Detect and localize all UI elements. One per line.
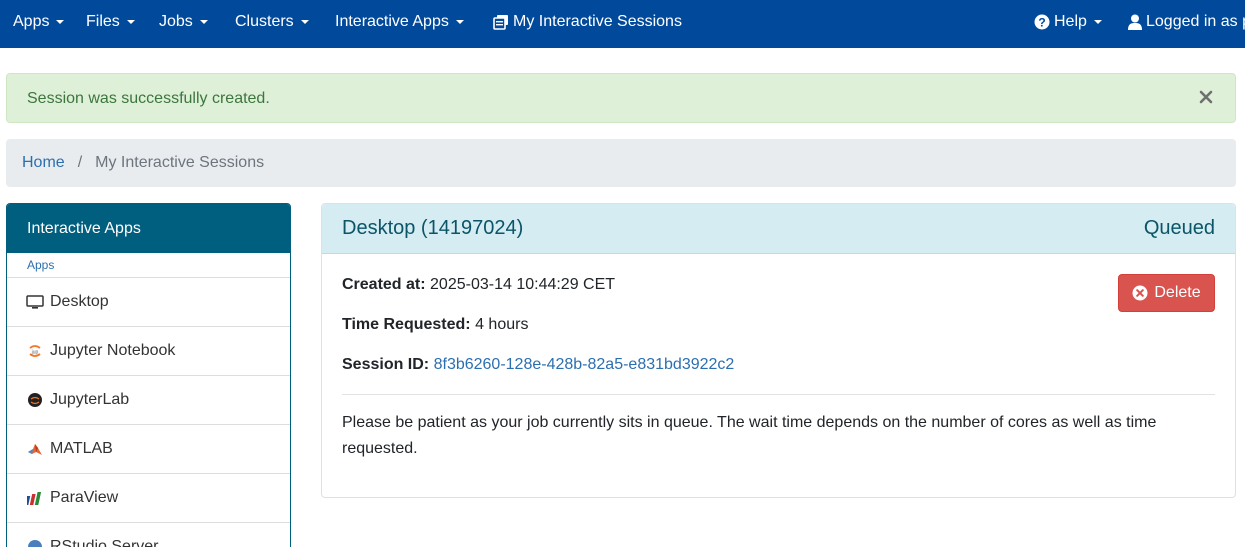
nav-user-info: Logged in as p [1128,0,1245,44]
time-requested-label: Time Requested: [342,316,471,333]
matlab-icon [26,440,44,458]
nav-clusters-menu[interactable]: Clusters [235,0,309,44]
sessions-icon [493,14,509,30]
divider [342,394,1215,395]
alert-message: Session was successfully created. [27,90,270,107]
monitor-icon [26,293,44,311]
session-card: Desktop (14197024) Queued Created at: 20… [321,203,1236,498]
caret-down-icon [56,20,65,24]
sidebar-item-jupyterlab[interactable]: JupyterLab [7,376,290,425]
nav-my-sessions-label: My Interactive Sessions [513,13,682,30]
sidebar-item-label: Jupyter Notebook [50,342,176,359]
svg-text:?: ? [1038,16,1045,30]
sidebar-title: Interactive Apps [7,204,290,253]
sidebar-item-paraview[interactable]: ParaView [7,474,290,523]
created-at-value: 2025-03-14 10:44:29 CET [430,276,616,293]
session-status-badge: Queued [1143,217,1215,239]
nav-apps-menu[interactable]: Apps [13,0,65,44]
rstudio-icon [26,538,44,547]
caret-down-icon [300,20,309,24]
created-at-label: Created at: [342,276,426,293]
sidebar-item-rstudio-server[interactable]: RStudio Server [7,523,290,547]
nav-jobs-menu[interactable]: Jobs [159,0,208,44]
nav-interactive-apps-menu[interactable]: Interactive Apps [335,0,464,44]
caret-down-icon [455,20,464,24]
paraview-icon [26,489,44,507]
session-card-header: Desktop (14197024) Queued [322,204,1235,254]
sidebar-item-label: RStudio Server [50,538,159,547]
sidebar-item-label: ParaView [50,489,119,506]
user-icon [1128,14,1142,30]
top-navbar: Apps Files Jobs Clusters Interactive App… [0,0,1245,48]
caret-down-icon [199,20,208,24]
nav-apps-label: Apps [13,13,50,30]
delete-button-label: Delete [1154,284,1201,301]
delete-button[interactable]: Delete [1118,274,1215,312]
nav-files-label: Files [86,13,120,30]
breadcrumb: Home / My Interactive Sessions [6,139,1236,187]
sidebar-item-label: JupyterLab [50,391,130,408]
jupyter-icon: jup [26,342,44,360]
time-requested-row: Time Requested: 4 hours [342,316,528,334]
created-at-row: Created at: 2025-03-14 10:44:29 CET [342,276,615,294]
close-icon[interactable] [1197,88,1215,106]
session-title: Desktop (14197024) [342,217,524,239]
caret-down-icon [1093,20,1102,24]
sidebar-item-label: MATLAB [50,440,113,457]
nav-help-menu[interactable]: ? Help [1034,0,1102,44]
sidebar-item-jupyter-notebook[interactable]: jup Jupyter Notebook [7,327,290,376]
session-card-body: Created at: 2025-03-14 10:44:29 CET Time… [322,254,1235,457]
nav-my-sessions-link[interactable]: My Interactive Sessions [493,0,682,44]
breadcrumb-home-link[interactable]: Home [22,154,65,172]
nav-interactive-apps-label: Interactive Apps [335,13,449,30]
svg-text:jup: jup [31,350,39,356]
session-id-row: Session ID: 8f3b6260-128e-428b-82a5-e831… [342,356,734,374]
sidebar-item-label: Desktop [50,293,109,310]
nav-user-label: Logged in as p [1146,13,1245,30]
nav-jobs-label: Jobs [159,13,193,30]
sidebar-section-apps: Apps [7,253,290,278]
nav-files-menu[interactable]: Files [86,0,135,44]
sidebar-item-matlab[interactable]: MATLAB [7,425,290,474]
success-alert: Session was successfully created. [6,73,1236,123]
sidebar-item-desktop[interactable]: Desktop [7,278,290,327]
session-id-link[interactable]: 8f3b6260-128e-428b-82a5-e831bd3922c2 [434,356,735,373]
breadcrumb-separator: / [77,154,83,171]
question-circle-icon: ? [1034,14,1050,30]
time-requested-value: 4 hours [475,316,529,333]
caret-down-icon [126,20,135,24]
session-id-label: Session ID: [342,356,430,373]
queue-message: Please be patient as your job currently … [342,414,1157,457]
nav-help-label: Help [1054,13,1087,30]
times-circle-icon [1132,285,1148,301]
nav-clusters-label: Clusters [235,13,294,30]
interactive-apps-sidebar: Interactive Apps Apps Desktop jup Jupyte… [6,203,291,547]
breadcrumb-current: My Interactive Sessions [95,154,265,171]
jupyterlab-icon [26,391,44,409]
